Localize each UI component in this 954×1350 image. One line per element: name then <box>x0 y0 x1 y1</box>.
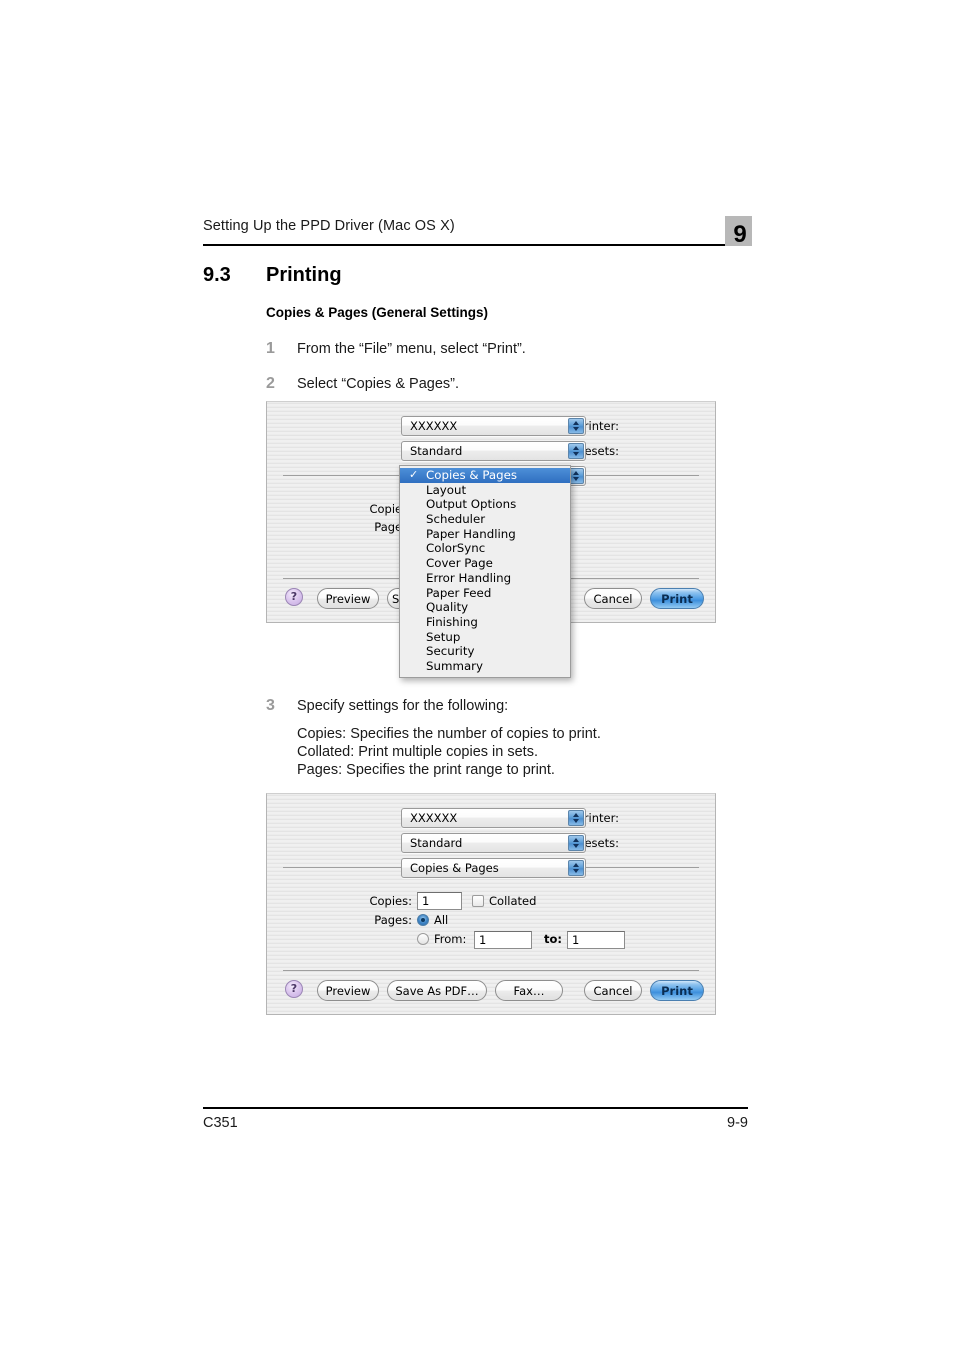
menu-item[interactable]: Layout <box>400 483 570 498</box>
menu-item[interactable]: Quality <box>400 600 570 615</box>
menu-item-label: ColorSync <box>426 541 486 556</box>
step-3-detail-copies: Copies: Specifies the number of copies t… <box>297 726 601 742</box>
chevron-updown-icon <box>568 810 584 826</box>
section-title: Printing <box>266 264 342 286</box>
collated-checkbox[interactable] <box>472 895 484 907</box>
menu-item[interactable]: Paper Feed <box>400 586 570 601</box>
printer-popup-value: XXXXXX <box>410 419 458 433</box>
menu-item-label: Summary <box>426 658 484 673</box>
footer-page-number: 9-9 <box>727 1115 748 1131</box>
step-1-number: 1 <box>266 340 275 357</box>
chevron-updown-icon <box>568 418 584 434</box>
menu-item[interactable]: Finishing <box>400 615 570 630</box>
cancel-button[interactable]: Cancel <box>584 588 642 609</box>
to-value: 1 <box>572 933 580 947</box>
header-rule <box>203 244 748 247</box>
help-button[interactable]: ? <box>285 980 303 998</box>
pages-label: Pages: <box>374 913 412 927</box>
footer-rule <box>203 1107 748 1109</box>
cancel-button[interactable]: Cancel <box>584 980 642 1001</box>
menu-item[interactable]: Setup <box>400 630 570 645</box>
menu-item[interactable]: ColorSync <box>400 541 570 556</box>
presets-popup-value: Standard <box>410 444 463 458</box>
menu-item-label: Paper Handling <box>426 526 516 541</box>
printer-popup-button[interactable]: XXXXXX <box>401 416 586 436</box>
menu-item[interactable]: Error Handling <box>400 571 570 586</box>
section-subheading: Copies & Pages (General Settings) <box>266 305 489 320</box>
header-title: Setting Up the PPD Driver (Mac OS X) <box>203 218 455 234</box>
preview-button[interactable]: Preview <box>317 588 379 609</box>
menu-item[interactable]: Paper Handling <box>400 527 570 542</box>
running-header: Setting Up the PPD Driver (Mac OS X) 9 <box>203 216 752 252</box>
help-icon: ? <box>290 590 298 603</box>
menu-item-label: Cover Page <box>426 556 493 571</box>
menu-item-label: Error Handling <box>426 570 512 585</box>
pages-all-radio[interactable] <box>417 914 429 926</box>
menu-item-label: Scheduler <box>426 512 486 527</box>
printer-popup-value: XXXXXX <box>410 811 458 825</box>
menu-item-label: Security <box>426 644 475 659</box>
copies-label: Copies: <box>369 894 412 908</box>
menu-item[interactable]: Cover Page <box>400 556 570 571</box>
step-2-text: Select “Copies & Pages”. <box>297 376 459 392</box>
to-label: to: <box>544 932 562 946</box>
step-3-detail-collated: Collated: Print multiple copies in sets. <box>297 744 538 760</box>
menu-item[interactable]: ✓ Copies & Pages <box>400 468 570 483</box>
copies-input[interactable]: 1 <box>417 892 462 910</box>
step-3-detail-pages: Pages: Specifies the print range to prin… <box>297 762 555 778</box>
menu-item-label: Setup <box>426 629 461 644</box>
to-input[interactable]: 1 <box>567 931 625 949</box>
pane-dropdown-menu[interactable]: ✓ Copies & Pages Layout Output Options Sched… <box>399 465 571 678</box>
from-input[interactable]: 1 <box>474 931 532 949</box>
chapter-number: 9 <box>733 221 747 248</box>
menu-item-label: Layout <box>426 482 467 497</box>
menu-item[interactable]: Output Options <box>400 497 570 512</box>
help-button[interactable]: ? <box>285 588 303 606</box>
print-dialog-copies-pages[interactable]: Printer: XXXXXX Presets: Standard Copies… <box>266 793 716 1015</box>
collated-label: Collated <box>489 894 537 908</box>
pages-from-radio[interactable] <box>417 933 429 945</box>
presets-popup-value: Standard <box>410 836 463 850</box>
menu-item[interactable]: Scheduler <box>400 512 570 527</box>
menu-item-label: Copies & Pages <box>426 468 518 482</box>
print-button[interactable]: Print <box>650 980 704 1001</box>
from-value: 1 <box>479 933 487 947</box>
section-number: 9.3 <box>203 264 231 286</box>
document-page: Setting Up the PPD Driver (Mac OS X) 9 9… <box>0 0 954 1350</box>
help-icon: ? <box>290 982 298 995</box>
footer-model: C351 <box>203 1115 238 1131</box>
bottom-separator <box>283 970 699 971</box>
menu-item[interactable]: Summary <box>400 659 570 674</box>
chevron-updown-icon <box>568 443 584 459</box>
pane-popup-button[interactable]: Copies & Pages <box>401 858 586 878</box>
step-3-text: Specify settings for the following: <box>297 698 509 714</box>
chevron-updown-icon <box>568 860 584 876</box>
step-1-text: From the “File” menu, select “Print”. <box>297 341 526 357</box>
menu-item-label: Paper Feed <box>426 585 492 600</box>
menu-item-label: Finishing <box>426 614 478 629</box>
print-button[interactable]: Print <box>650 588 704 609</box>
chevron-updown-icon <box>568 835 584 851</box>
pane-popup-value: Copies & Pages <box>410 861 499 875</box>
preview-button[interactable]: Preview <box>317 980 379 1001</box>
pages-all-label: All <box>434 913 449 927</box>
presets-popup-button[interactable]: Standard <box>401 833 586 853</box>
step-3-number: 3 <box>266 697 275 714</box>
printer-popup-button[interactable]: XXXXXX <box>401 808 586 828</box>
save-as-pdf-button[interactable]: Save As PDF… <box>387 980 487 1001</box>
fax-button[interactable]: Fax… <box>495 980 563 1001</box>
menu-item-label: Quality <box>426 600 469 615</box>
presets-popup-button[interactable]: Standard <box>401 441 586 461</box>
copies-value: 1 <box>422 894 430 908</box>
pages-from-label: From: <box>434 932 467 946</box>
step-2-number: 2 <box>266 375 275 392</box>
checkmark-icon: ✓ <box>409 468 419 481</box>
menu-item-label: Output Options <box>426 497 517 512</box>
menu-item[interactable]: Security <box>400 644 570 659</box>
